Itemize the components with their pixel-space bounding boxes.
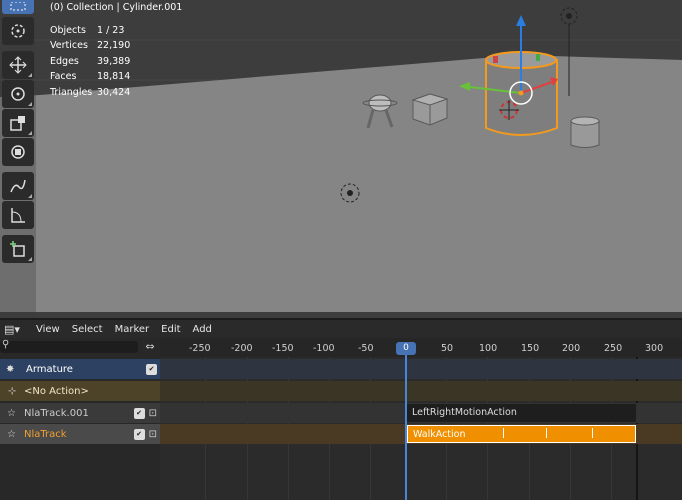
- rotate-icon: [11, 87, 25, 101]
- armature-row-bg: [160, 359, 682, 379]
- lock-icon[interactable]: ⊡: [149, 429, 157, 440]
- stat-row: Vertices 22,190: [50, 38, 182, 54]
- strip-label: WalkAction: [413, 429, 466, 440]
- star-icon[interactable]: ☆: [0, 408, 21, 419]
- no-action-row-bg: [160, 381, 682, 401]
- nla-header: ▤▾ View Select Marker Edit Add: [0, 320, 682, 338]
- stat-label: Vertices: [50, 40, 88, 51]
- channel-label: Armature: [26, 363, 73, 375]
- stat-label: Objects: [50, 24, 86, 36]
- action-icon: ⊹: [8, 385, 17, 397]
- stat-row: Edges 39,389: [50, 54, 182, 70]
- lock-icon[interactable]: ⊡: [149, 408, 157, 419]
- strip-marker: [592, 428, 593, 438]
- frame-tick: -150: [272, 343, 294, 354]
- select-box-tool[interactable]: [2, 0, 34, 14]
- frame-tick: -200: [231, 343, 253, 354]
- stat-row: Faces 18,814: [50, 69, 182, 85]
- rotate-tool[interactable]: [2, 80, 34, 108]
- frame-tick: 250: [604, 343, 623, 354]
- channel-label: NlaTrack: [24, 428, 67, 440]
- stat-value: 1 / 23: [97, 24, 125, 36]
- stat-row: Triangles 30,424: [50, 85, 182, 101]
- frame-tick: 150: [521, 343, 540, 354]
- channel-checkbox[interactable]: ✔: [133, 407, 145, 419]
- scale-tool[interactable]: [2, 109, 34, 137]
- stat-label: Triangles: [50, 86, 93, 98]
- frame-tick: 300: [645, 343, 664, 354]
- search-icon: ⚲: [2, 339, 10, 350]
- stat-value: 18,814: [97, 71, 131, 82]
- menu-view[interactable]: View: [30, 324, 66, 335]
- star-icon[interactable]: ☆: [0, 429, 21, 440]
- stat-label: Faces: [50, 71, 77, 82]
- channel-checkbox[interactable]: ✔: [133, 428, 145, 440]
- editor-type-icon[interactable]: ▤▾: [0, 323, 30, 336]
- frame-tick: 200: [562, 343, 581, 354]
- channel-label: <No Action>: [24, 385, 89, 397]
- nla-strip[interactable]: LeftRightMotionAction: [407, 404, 636, 422]
- menu-add[interactable]: Add: [187, 324, 218, 335]
- viewport-title: (0) Collection | Cylinder.001: [50, 2, 183, 13]
- stat-value: 30,424: [97, 86, 131, 98]
- cursor-tool[interactable]: [2, 17, 34, 45]
- frame-tick: -50: [358, 343, 374, 354]
- viewport-stats-overlay: (0) Collection | Cylinder.001 Objects 1 /…: [50, 0, 182, 100]
- scale-icon: [10, 116, 25, 131]
- add-cube-tool[interactable]: [2, 235, 34, 263]
- stat-label: Edges: [50, 55, 79, 67]
- annotate-icon: [10, 179, 26, 193]
- nla-strip-active[interactable]: WalkAction: [407, 425, 636, 443]
- add-cube-icon: [10, 241, 25, 257]
- move-icon: [9, 56, 27, 74]
- channel-search-input[interactable]: ⚲: [0, 339, 138, 353]
- channel-label: NlaTrack.001: [24, 407, 89, 419]
- armature-icon: ✸: [6, 363, 15, 375]
- move-tool[interactable]: [2, 51, 34, 79]
- frame-tick: 100: [479, 343, 498, 354]
- channel-no-action[interactable]: ⊹ <No Action>: [0, 381, 160, 401]
- playhead-line[interactable]: [405, 355, 407, 500]
- cube-object: [411, 93, 449, 126]
- swap-icon[interactable]: ⇔: [142, 340, 158, 354]
- strip-label: LeftRightMotionAction: [412, 407, 517, 418]
- frame-tick: 50: [441, 343, 454, 354]
- transform-icon: [11, 145, 25, 159]
- strip-marker: [546, 428, 547, 438]
- frame-tick: -100: [313, 343, 335, 354]
- transform-tool[interactable]: [2, 138, 34, 166]
- channel-checkbox[interactable]: ✔: [146, 363, 157, 375]
- strip-marker: [503, 428, 504, 438]
- menu-edit[interactable]: Edit: [155, 324, 186, 335]
- channel-armature[interactable]: ✸ Armature ✔: [0, 359, 160, 379]
- measure-tool[interactable]: [2, 201, 34, 229]
- frame-tick: -250: [189, 343, 211, 354]
- tool-shelf: [2, 0, 36, 264]
- menu-marker[interactable]: Marker: [109, 324, 156, 335]
- stat-value: 22,190: [97, 40, 131, 51]
- cylinder-object: [570, 116, 600, 148]
- stat-row: Objects 1 / 23: [50, 23, 182, 39]
- cursor-icon: [11, 24, 25, 38]
- select-box-icon: [10, 2, 26, 11]
- stat-value: 39,389: [97, 55, 131, 67]
- menu-select[interactable]: Select: [66, 324, 109, 335]
- channel-track-2[interactable]: ☆ NlaTrack ✔ ⊡: [0, 424, 160, 444]
- 3d-viewport[interactable]: (0) Collection | Cylinder.001 Objects 1 /…: [0, 0, 682, 318]
- measure-icon: [11, 208, 25, 223]
- annotate-tool[interactable]: [2, 172, 34, 200]
- current-frame-indicator[interactable]: 0: [396, 342, 416, 355]
- channel-track-1[interactable]: ☆ NlaTrack.001 ✔ ⊡: [0, 403, 160, 423]
